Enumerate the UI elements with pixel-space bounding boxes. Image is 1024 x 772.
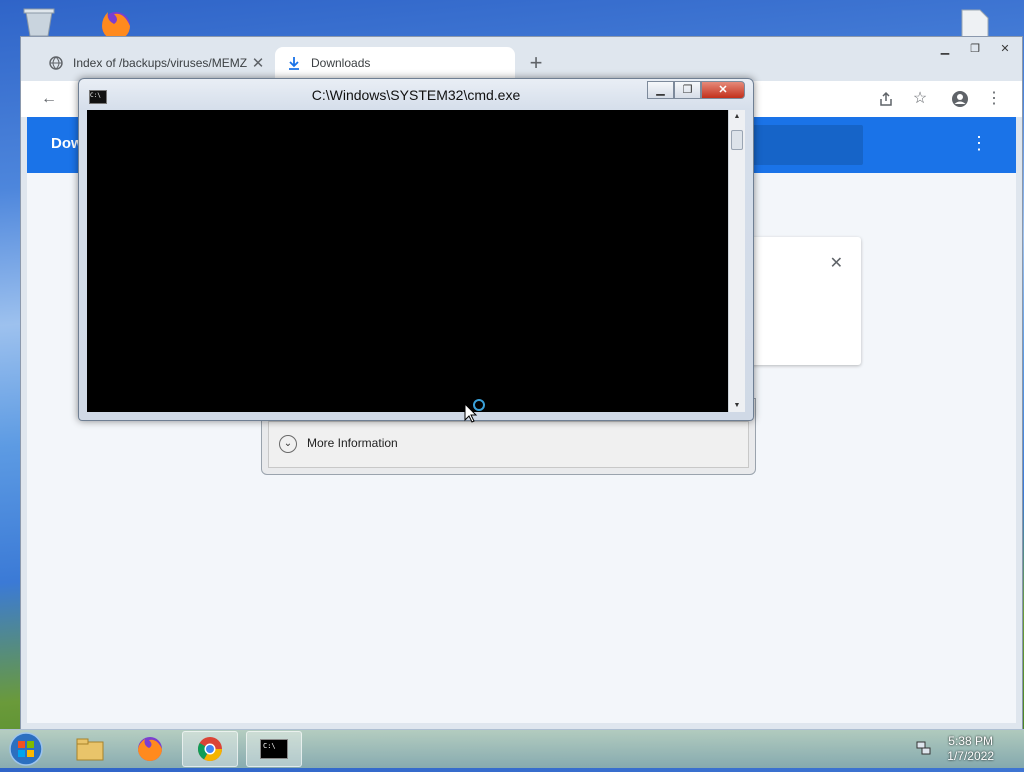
scroll-down-arrow-icon[interactable]: ▼ [729,402,745,409]
chrome-window-controls: ▁ ❐ ✕ [928,41,1018,57]
file-explorer-icon[interactable] [62,731,118,767]
tab-downloads[interactable]: Downloads [275,47,515,79]
cmd-taskbar-icon[interactable]: C:\ [246,731,302,767]
more-information-label[interactable]: More Information [307,436,398,450]
more-options-icon[interactable]: ⋮ [970,133,988,154]
system-clock[interactable]: 5:38 PM 1/7/2022 [947,734,994,764]
globe-icon [49,56,63,70]
network-icon[interactable] [916,740,932,756]
scrollbar-thumb[interactable] [731,130,743,150]
chrome-menu-icon[interactable]: ⋮ [982,87,1006,111]
clock-date: 1/7/2022 [947,749,994,763]
star-bookmark-icon[interactable]: ☆ [908,87,932,111]
tab-label: Downloads [311,56,371,70]
more-information-section: ⌄ More Information [268,421,749,468]
chevron-down-icon[interactable]: ⌄ [279,435,297,453]
tab-strip: Index of /backups/viruses/MEMZ ✕ Downloa… [21,37,1022,81]
profile-avatar-icon[interactable] [948,87,972,111]
close-button[interactable]: ✕ [701,81,745,99]
share-icon[interactable] [874,87,898,111]
back-arrow-icon[interactable]: ← [37,87,61,111]
tab-label: Index of /backups/viruses/MEMZ [73,56,248,70]
scroll-up-arrow-icon[interactable]: ▲ [729,113,745,120]
remove-download-icon[interactable]: ✕ [830,253,843,273]
taskbar: C:\ 5:38 PM 1/7/2022 [0,729,1024,768]
new-tab-button[interactable]: + [523,51,549,77]
maximize-button[interactable]: ❐ [962,41,988,57]
console-output[interactable] [87,110,728,412]
minimize-button[interactable]: ▁ [647,81,674,99]
vertical-scrollbar[interactable]: ▲ ▼ [728,110,745,412]
close-icon[interactable]: ✕ [249,54,267,72]
tab-index-of-backups[interactable]: Index of /backups/viruses/MEMZ ✕ [37,47,273,79]
clock-time: 5:38 PM [948,734,993,748]
search-downloads-field[interactable] [737,125,863,165]
download-icon [287,56,301,70]
cmd-taskbar-label: C:\ [260,739,288,759]
firefox-icon[interactable] [122,731,178,767]
start-button[interactable] [6,731,46,772]
cmd-window-controls: ▁ ❐ ✕ [647,81,745,99]
chrome-icon[interactable] [182,731,238,767]
close-button[interactable]: ✕ [992,41,1018,57]
maximize-button[interactable]: ❐ [674,81,701,99]
minimize-button[interactable]: ▁ [932,41,958,57]
cmd-window: C:\ C:\Windows\SYSTEM32\cmd.exe ▁ ❐ ✕ ▲ … [78,78,754,421]
busy-cursor-icon [464,398,490,429]
